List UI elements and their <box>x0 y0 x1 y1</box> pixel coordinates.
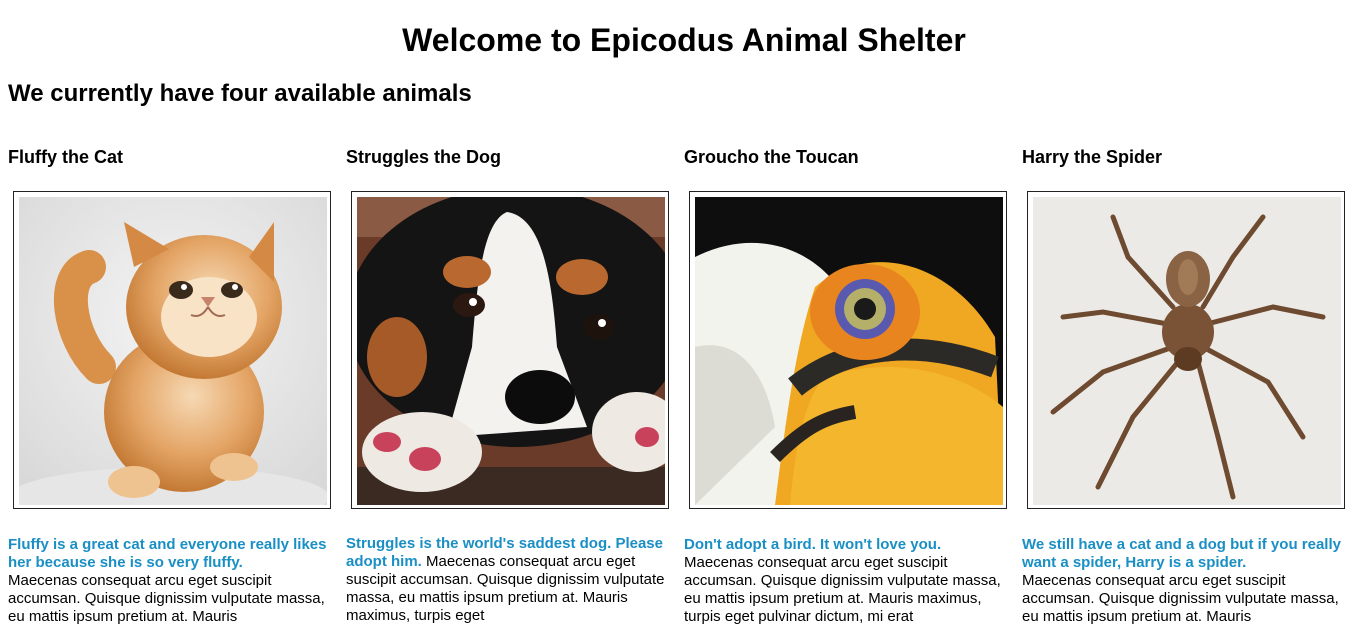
animal-photo-frame <box>351 191 669 509</box>
animal-name: Struggles the Dog <box>346 147 502 167</box>
dog-photo <box>357 197 665 505</box>
toucan-photo <box>695 197 1003 505</box>
page-subtitle: We currently have four available animals <box>8 80 472 107</box>
cat-photo <box>19 197 327 505</box>
spider-photo <box>1033 197 1341 505</box>
animal-description: We still have a cat and a dog but if you… <box>1022 536 1344 626</box>
animal-body-text: Maecenas consequat arcu eget suscipit ac… <box>1022 572 1339 625</box>
animal-name: Harry the Spider <box>1022 147 1163 167</box>
animal-photo-frame <box>13 191 331 509</box>
animal-lead-text: Fluffy is a great cat and everyone reall… <box>8 536 327 571</box>
page: Welcome to Epicodus Animal Shelter We cu… <box>0 0 1368 629</box>
animal-name: Groucho the Toucan <box>684 147 859 167</box>
animal-lead-text: Don't adopt a bird. It won't love you. <box>684 536 942 553</box>
animal-card-dog: Struggles the Dog Struggles is the world… <box>346 144 676 624</box>
animal-lead-text: We still have a cat and a dog but if you… <box>1022 536 1341 571</box>
animal-photo-frame <box>689 191 1007 509</box>
animal-card-spider: Harry the Spider We still have a cat and… <box>1022 144 1352 625</box>
animal-card-toucan: Groucho the Toucan Don't adopt a bird. I… <box>684 144 1014 625</box>
animal-description: Struggles is the world's saddest dog. Pl… <box>346 535 668 625</box>
animal-description: Don't adopt a bird. It won't love you. M… <box>684 536 1006 626</box>
page-title: Welcome to Epicodus Animal Shelter <box>402 22 966 58</box>
animal-body-text: Maecenas consequat arcu eget suscipit ac… <box>684 554 1001 625</box>
animal-card-cat: Fluffy the Cat Fluffy is a great cat and… <box>8 144 338 625</box>
animal-description: Fluffy is a great cat and everyone reall… <box>8 536 330 626</box>
animal-photo-frame <box>1027 191 1345 509</box>
animal-name: Fluffy the Cat <box>8 147 123 167</box>
animal-body-text: Maecenas consequat arcu eget suscipit ac… <box>8 572 325 625</box>
